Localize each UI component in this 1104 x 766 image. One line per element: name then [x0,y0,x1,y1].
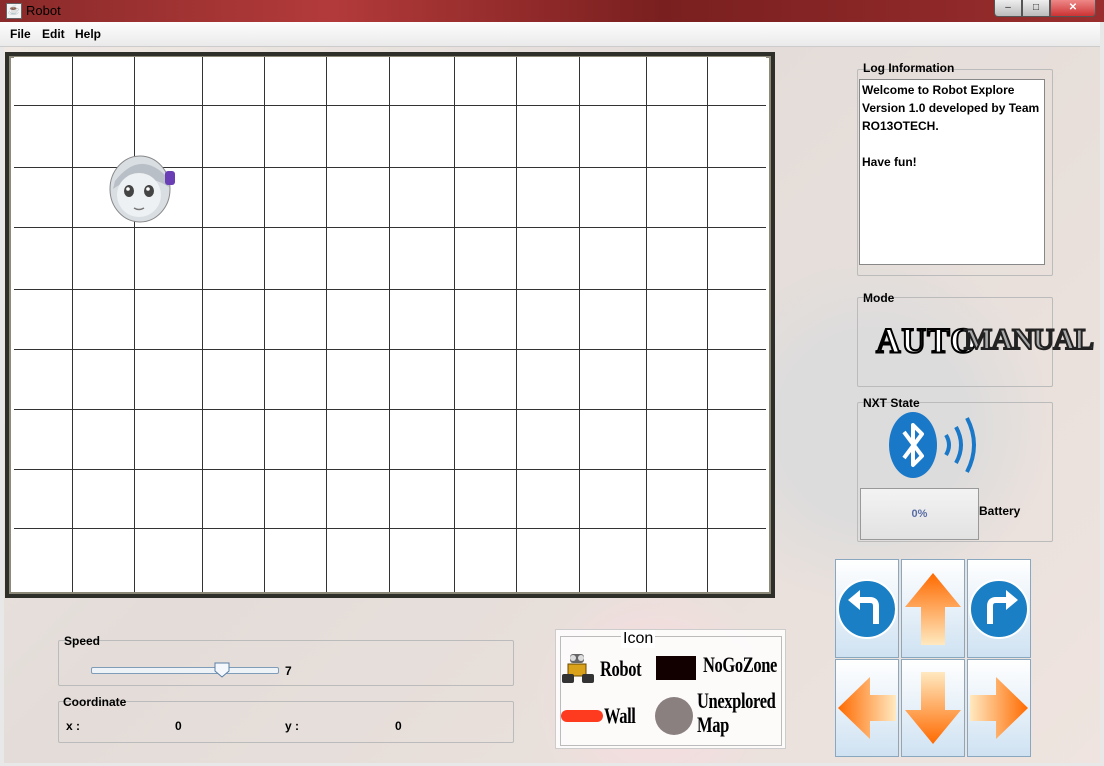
close-button[interactable]: ✕ [1050,0,1096,17]
direction-pad [835,559,1033,759]
unexplored-legend-swatch [655,697,693,735]
robot-legend-label: Robot [600,656,642,681]
arrow-down-icon [905,672,961,744]
grid-column-line [72,57,73,592]
grid-column-line [264,57,265,592]
grid-column-line [516,57,517,592]
log-text-area[interactable]: Welcome to Robot Explore Version 1.0 dev… [859,79,1045,265]
y-value: 0 [395,719,402,733]
map-grid[interactable] [14,57,766,592]
arrow-up-icon [905,572,961,645]
menu-bar: File Edit Help [0,22,1100,47]
grid-row-line [14,528,766,529]
wall-legend-swatch [561,710,603,722]
battery-progress-bar: 0% [860,488,979,540]
mode-label: Mode [863,291,895,305]
y-label: y : [285,719,300,733]
speed-panel [58,640,514,686]
nogozone-legend-swatch [656,656,696,680]
x-label: x : [66,719,81,733]
robot-icon [109,155,175,223]
menu-edit[interactable]: Edit [42,27,65,41]
grid-row-line [14,469,766,470]
nogozone-legend-label: NoGoZone [703,652,778,677]
menu-help[interactable]: Help [75,27,101,41]
arrow-left-icon [838,677,896,739]
grid-row-line [14,289,766,290]
grid-row-line [14,409,766,410]
arrow-right-icon [970,677,1028,739]
speed-slider-thumb[interactable] [214,662,230,678]
grid-row-line [14,349,766,350]
backward-button[interactable] [901,659,965,757]
bluetooth-icon [889,412,976,478]
log-label: Log Information [863,61,955,75]
auto-mode-button[interactable]: AUTO [875,321,978,362]
grid-column-line [389,57,390,592]
grid-row-line [14,227,766,228]
speed-slider-track[interactable] [91,667,279,674]
menu-file[interactable]: File [10,27,31,41]
left-button[interactable] [835,659,899,757]
speed-value: 7 [285,664,292,678]
title-bar: ☕ Robot – □ ✕ [0,0,1104,22]
icon-legend-title: Icon [621,630,656,648]
maximize-button[interactable]: □ [1022,0,1050,17]
turn-left-button[interactable] [835,559,899,658]
coordinate-label: Coordinate [63,695,127,709]
window-controls: – □ ✕ [994,0,1096,17]
turn-right-icon [969,578,1029,639]
grid-row-line [14,105,766,106]
turn-left-icon [837,578,897,639]
robot-legend-icon [562,654,594,683]
grid-column-line [134,57,135,592]
battery-label: Battery [979,504,1021,518]
right-button[interactable] [967,659,1031,757]
grid-column-line [707,57,708,592]
grid-column-line [202,57,203,592]
window-title: Robot [26,3,61,18]
map-legend-label: Map [697,712,729,737]
java-app-icon: ☕ [6,3,22,19]
speed-label: Speed [64,634,101,648]
grid-column-line [326,57,327,592]
grid-column-line [579,57,580,592]
forward-button[interactable] [901,559,965,658]
x-value: 0 [175,719,182,733]
wall-legend-label: Wall [604,703,636,728]
manual-mode-button[interactable]: MANUAL [963,322,1095,357]
turn-right-button[interactable] [967,559,1031,658]
minimize-button[interactable]: – [994,0,1022,17]
grid-column-line [646,57,647,592]
grid-column-line [454,57,455,592]
unexplored-legend-label: Unexplored [697,688,776,713]
nxt-state-label: NXT State [863,396,920,410]
